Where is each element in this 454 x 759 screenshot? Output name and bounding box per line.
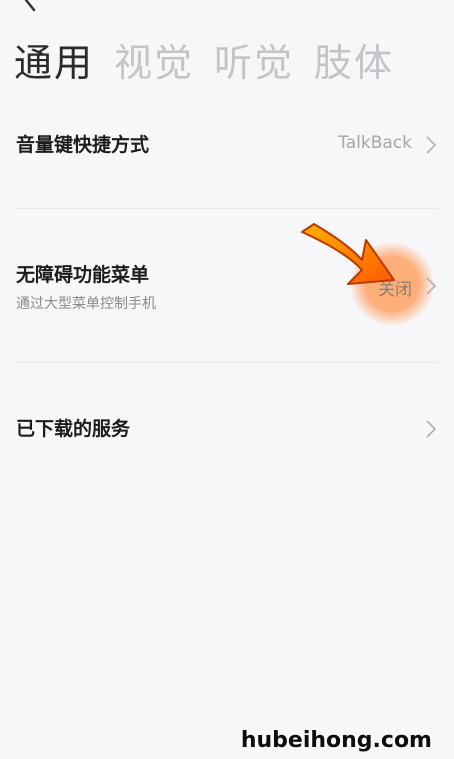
watermark: hubeihong.com — [240, 728, 432, 753]
divider — [16, 362, 438, 363]
tab-visual[interactable]: 视觉 — [114, 38, 194, 88]
downloaded-services-item[interactable]: 已下载的服务 — [16, 412, 438, 446]
chevron-right-icon — [426, 136, 437, 154]
item-title: 已下载的服务 — [16, 418, 131, 440]
back-arrow-icon — [24, 0, 36, 12]
tab-hearing[interactable]: 听觉 — [214, 38, 294, 88]
volume-key-shortcut-item[interactable]: 音量键快捷方式 TalkBack — [16, 128, 438, 162]
category-tabs: 通用 视觉 听觉 肢体 — [14, 38, 394, 88]
item-value: TalkBack — [338, 133, 412, 153]
back-button[interactable] — [14, 0, 44, 18]
divider — [16, 208, 438, 209]
tab-general[interactable]: 通用 — [14, 38, 94, 88]
chevron-right-icon — [426, 277, 437, 295]
chevron-right-icon — [426, 420, 437, 438]
tab-physical[interactable]: 肢体 — [314, 38, 394, 88]
pointer-arrow-icon — [301, 223, 395, 285]
